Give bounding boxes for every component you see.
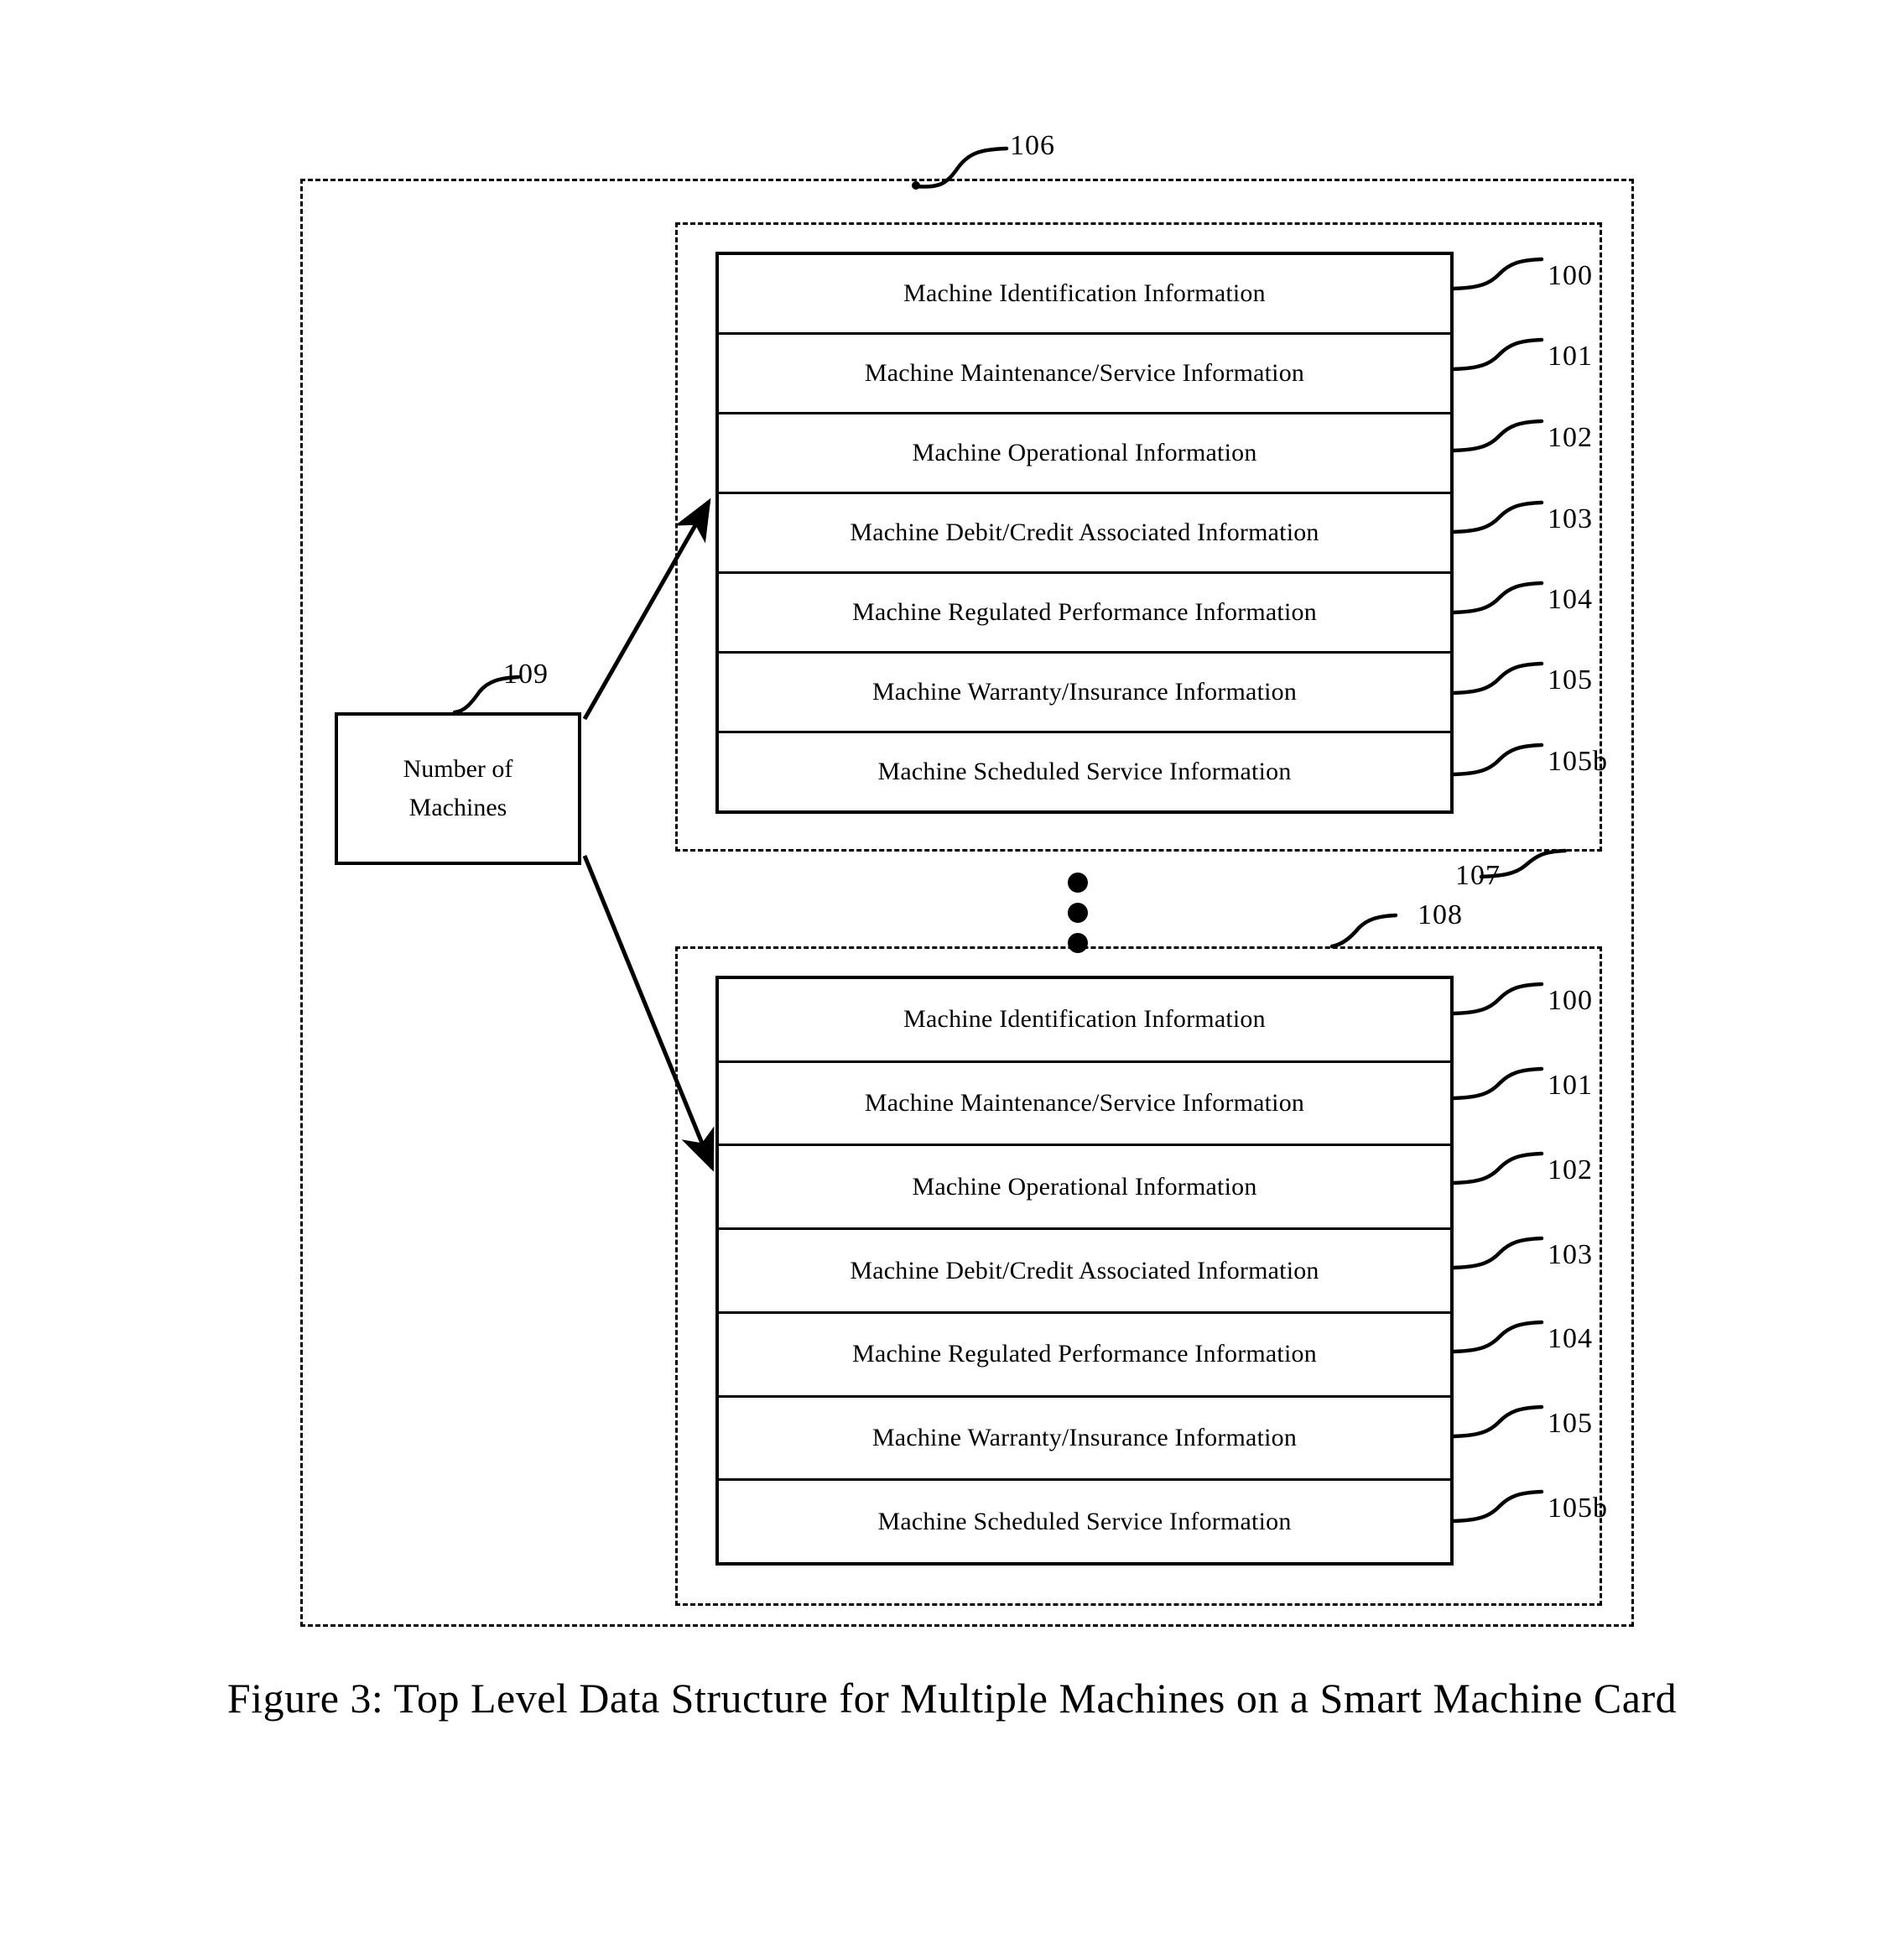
record-row-label: Machine Operational Information bbox=[912, 439, 1257, 466]
ref-numeral-row-top-3: 103 bbox=[1548, 503, 1593, 534]
ref-numeral-row-bottom-0: 100 bbox=[1548, 985, 1593, 1016]
record-row-label: Machine Debit/Credit Associated Informat… bbox=[850, 1256, 1319, 1284]
number-of-machines-label-line1: Number of bbox=[403, 754, 513, 783]
table-row: Machine Warranty/Insurance Information bbox=[719, 654, 1450, 733]
figure-caption: Figure 3: Top Level Data Structure for M… bbox=[226, 1675, 1678, 1722]
ref-numeral-row-bottom-6: 105b bbox=[1548, 1493, 1608, 1524]
ref-numeral-row-top-5: 105 bbox=[1548, 664, 1593, 696]
table-row: Machine Maintenance/Service Information bbox=[719, 1063, 1450, 1147]
machine-record-table-bottom: Machine Identification Information Machi… bbox=[715, 976, 1454, 1566]
ref-numeral-row-bottom-1: 101 bbox=[1548, 1070, 1593, 1101]
ref-numeral-row-top-0: 100 bbox=[1548, 260, 1593, 291]
ref-numeral-107: 107 bbox=[1455, 860, 1501, 891]
record-row-label: Machine Regulated Performance Informatio… bbox=[852, 598, 1317, 626]
ref-numeral-row-top-4: 104 bbox=[1548, 584, 1593, 615]
record-row-label: Machine Identification Information bbox=[903, 1005, 1266, 1034]
patent-figure: Machine Identification Information Machi… bbox=[0, 0, 1904, 1933]
record-row-label: Machine Warranty/Insurance Information bbox=[871, 1423, 1298, 1451]
ref-numeral-row-bottom-3: 103 bbox=[1548, 1239, 1593, 1270]
record-row-label: Machine Debit/Credit Associated Informat… bbox=[850, 518, 1319, 546]
table-row: Machine Debit/Credit Associated Informat… bbox=[719, 494, 1450, 574]
number-of-machines-box: Number of Machines bbox=[335, 712, 581, 865]
table-row: Machine Operational Information bbox=[719, 414, 1450, 494]
ref-numeral-row-bottom-5: 105 bbox=[1548, 1408, 1593, 1439]
table-row: Machine Debit/Credit Associated Informat… bbox=[719, 1230, 1450, 1314]
table-row: Machine Operational Information bbox=[719, 1146, 1450, 1231]
ref-numeral-row-top-6: 105b bbox=[1548, 746, 1608, 777]
machine-record-table-top: Machine Identification Information Machi… bbox=[715, 252, 1454, 814]
ref-numeral-row-top-1: 101 bbox=[1548, 341, 1593, 372]
ref-numeral-row-top-2: 102 bbox=[1548, 422, 1593, 453]
table-row: Machine Regulated Performance Informatio… bbox=[719, 574, 1450, 654]
ref-numeral-108: 108 bbox=[1418, 899, 1463, 930]
table-row: Machine Identification Information bbox=[719, 255, 1450, 335]
ref-numeral-109: 109 bbox=[503, 659, 549, 690]
record-row-label: Machine Maintenance/Service Information bbox=[864, 359, 1305, 387]
table-row: Machine Identification Information bbox=[719, 979, 1450, 1063]
table-row: Machine Scheduled Service Information bbox=[719, 1481, 1450, 1562]
record-row-label: Machine Operational Information bbox=[912, 1172, 1257, 1201]
ref-numeral-106: 106 bbox=[1010, 130, 1055, 161]
record-row-label: Machine Regulated Performance Informatio… bbox=[852, 1340, 1317, 1368]
table-row: Machine Maintenance/Service Information bbox=[719, 335, 1450, 414]
record-row-label: Machine Maintenance/Service Information bbox=[864, 1089, 1305, 1118]
table-row: Machine Regulated Performance Informatio… bbox=[719, 1314, 1450, 1398]
record-row-label: Machine Scheduled Service Information bbox=[877, 1507, 1292, 1535]
record-row-label: Machine Identification Information bbox=[903, 279, 1266, 307]
ref-numeral-row-bottom-2: 102 bbox=[1548, 1154, 1593, 1185]
record-row-label: Machine Warranty/Insurance Information bbox=[871, 678, 1298, 706]
number-of-machines-label-line2: Machines bbox=[408, 794, 507, 821]
record-row-label: Machine Scheduled Service Information bbox=[877, 758, 1292, 785]
table-row: Machine Scheduled Service Information bbox=[719, 733, 1450, 810]
table-row: Machine Warranty/Insurance Information bbox=[719, 1398, 1450, 1482]
ref-numeral-row-bottom-4: 104 bbox=[1548, 1323, 1593, 1354]
